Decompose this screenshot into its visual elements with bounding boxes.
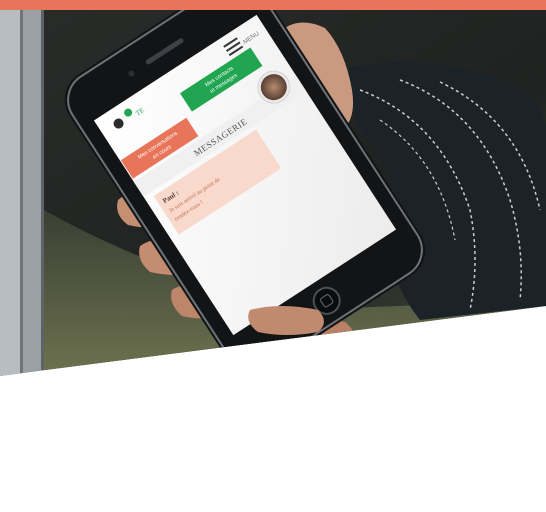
hero-illustration: TE MENU Mes contacts et messages Mes con… — [0, 10, 546, 376]
top-accent-bar — [0, 0, 546, 10]
hero-photo: TE MENU Mes contacts et messages Mes con… — [0, 10, 546, 380]
